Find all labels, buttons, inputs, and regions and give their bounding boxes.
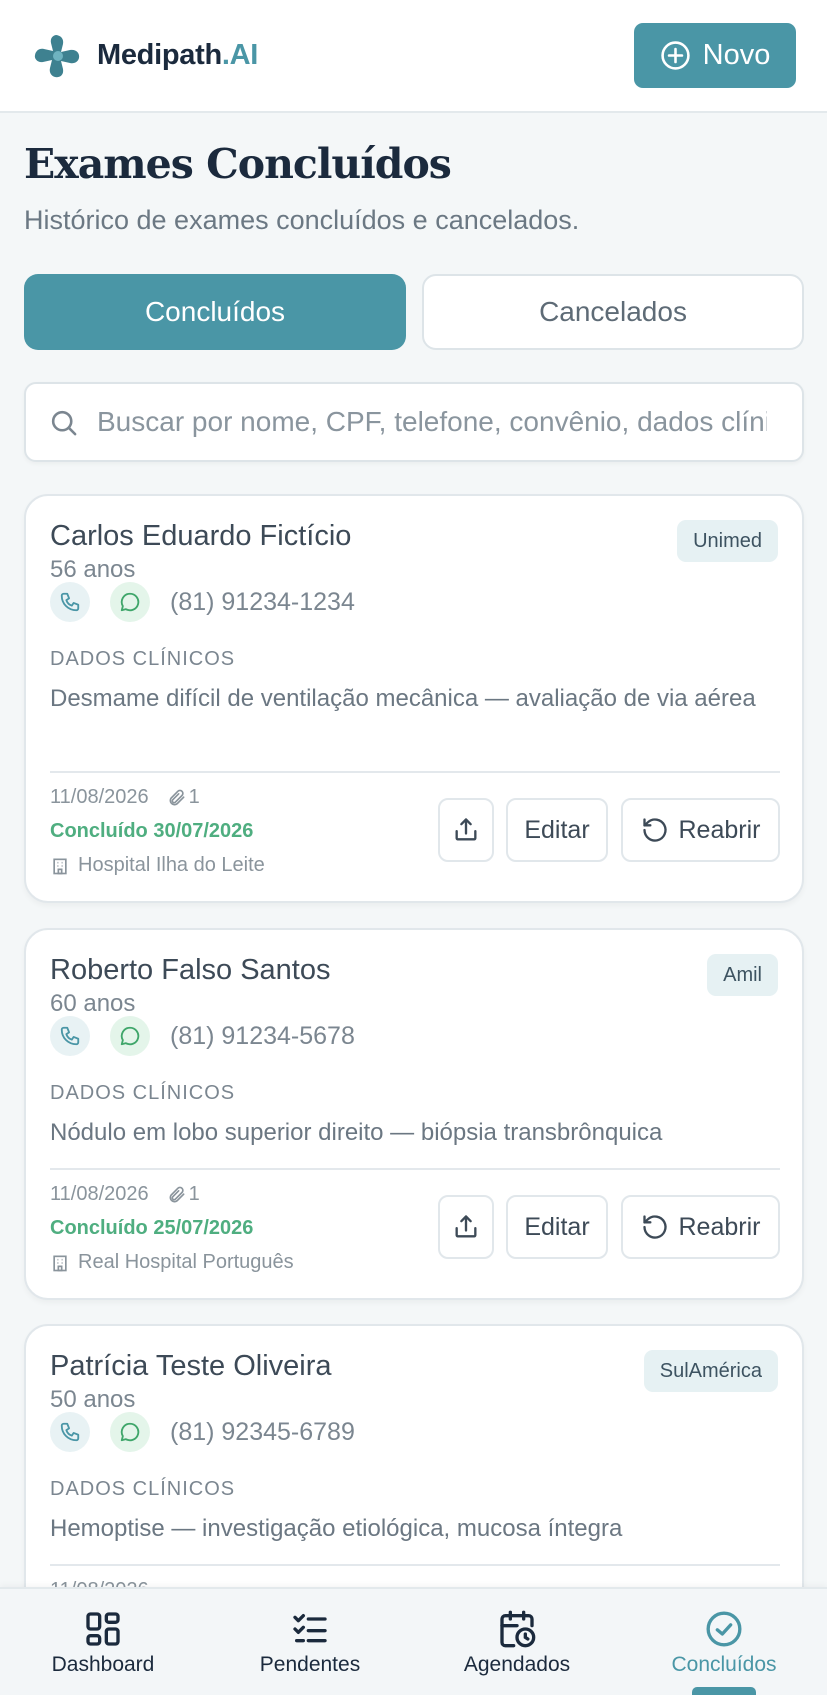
hospital-name: Hospital Ilha do Leite bbox=[78, 854, 265, 876]
page-title: Exames Concluídos bbox=[24, 140, 452, 188]
card-divider bbox=[50, 1168, 780, 1170]
status-text: Concluído 25/07/2026 bbox=[50, 1217, 254, 1239]
whatsapp-icon bbox=[120, 592, 140, 612]
phone-icon bbox=[60, 1026, 80, 1046]
building-icon bbox=[53, 858, 67, 874]
nav-item-concluidos[interactable]: Concluídos bbox=[662, 1589, 786, 1695]
attachment-count: 1 bbox=[188, 1183, 200, 1205]
share-icon bbox=[455, 1215, 477, 1238]
insurance-badge: SulAmérica bbox=[643, 1350, 778, 1392]
exam-card[interactable]: Carlos Eduardo Fictício 56 anos Unimed (… bbox=[24, 494, 804, 903]
exam-meta: 11/08/2026 1 bbox=[50, 786, 200, 809]
patient-name: Carlos Eduardo Fictício bbox=[50, 520, 352, 552]
clinical-data-text: Desmame difícil de ventilação mecânica —… bbox=[50, 685, 756, 712]
rotate-ccw-icon bbox=[642, 1215, 667, 1239]
status-text: Concluído 30/07/2026 bbox=[50, 820, 254, 842]
insurance-badge: Amil bbox=[707, 954, 778, 996]
nav-label-dashboard: Dashboard bbox=[51, 1653, 155, 1676]
patient-age: 50 anos bbox=[50, 1386, 136, 1413]
hospital-name: Real Hospital Português bbox=[78, 1251, 294, 1273]
phone-icon bbox=[60, 592, 80, 612]
phone-number[interactable]: (81) 92345-6789 bbox=[170, 1418, 355, 1447]
nav-item-dashboard[interactable]: Dashboard bbox=[40, 1589, 166, 1695]
hospital-info: Hospital Ilha do Leite bbox=[50, 854, 265, 877]
brand[interactable]: Medipath.AI bbox=[33, 31, 258, 81]
phone-icon bbox=[60, 1422, 80, 1442]
nav-label-agendados: Agendados bbox=[463, 1653, 571, 1676]
insurance-badge: Unimed bbox=[677, 520, 778, 562]
reopen-label: Reabrir bbox=[678, 1212, 761, 1241]
clinical-data-text: Hemoptise — investigação etiológica, muc… bbox=[50, 1515, 623, 1542]
hospital-info: Real Hospital Português bbox=[50, 1251, 294, 1274]
nav-label-concluidos: Concluídos bbox=[671, 1653, 777, 1676]
call-button[interactable] bbox=[50, 1016, 90, 1056]
call-button[interactable] bbox=[50, 582, 90, 622]
contact-row: (81) 92345-6789 bbox=[50, 1412, 355, 1452]
whatsapp-button[interactable] bbox=[110, 1412, 150, 1452]
contact-row: (81) 91234-1234 bbox=[50, 582, 355, 622]
clinical-data-label: DADOS CLÍNICOS bbox=[50, 1478, 236, 1500]
nav-label-pendentes: Pendentes bbox=[259, 1653, 361, 1676]
search-box bbox=[24, 382, 804, 462]
new-exam-label: Novo bbox=[702, 39, 771, 71]
whatsapp-icon bbox=[120, 1026, 140, 1046]
tab-concluidos[interactable]: Concluídos bbox=[24, 274, 406, 350]
whatsapp-button[interactable] bbox=[110, 1016, 150, 1056]
whatsapp-button[interactable] bbox=[110, 582, 150, 622]
search-input[interactable] bbox=[97, 406, 767, 438]
whatsapp-icon bbox=[120, 1422, 140, 1442]
search-icon bbox=[51, 410, 77, 435]
reopen-label: Reabrir bbox=[678, 815, 761, 844]
new-exam-button[interactable]: Novo bbox=[634, 23, 796, 88]
brand-name-accent: .AI bbox=[221, 39, 259, 71]
exam-meta: 11/08/2026 1 bbox=[50, 1183, 200, 1206]
active-nav-indicator bbox=[692, 1687, 756, 1695]
tab-cancelados[interactable]: Cancelados bbox=[422, 274, 804, 350]
plus-circle-icon bbox=[660, 41, 690, 70]
exam-date: 11/08/2026 bbox=[50, 786, 149, 808]
edit-button[interactable]: Editar bbox=[506, 1195, 608, 1259]
bottom-navigation: Dashboard Pendentes Agendados Concluídos bbox=[0, 1587, 827, 1695]
medipath-logo-icon bbox=[34, 34, 80, 77]
attachments[interactable]: 1 bbox=[167, 786, 200, 809]
exam-card[interactable]: Roberto Falso Santos 60 anos Amil (81) 9… bbox=[24, 928, 804, 1300]
rotate-ccw-icon bbox=[642, 818, 667, 842]
clinical-data-text: Nódulo em lobo superior direito — biópsi… bbox=[50, 1119, 663, 1146]
calendar-clock-icon bbox=[500, 1610, 536, 1648]
nav-item-pendentes[interactable]: Pendentes bbox=[248, 1589, 372, 1695]
card-divider bbox=[50, 1564, 780, 1566]
patient-name: Patrícia Teste Oliveira bbox=[50, 1350, 332, 1382]
card-divider bbox=[50, 771, 780, 773]
attachment-count: 1 bbox=[188, 786, 200, 808]
attachments[interactable]: 1 bbox=[167, 1183, 200, 1206]
dashboard-icon bbox=[86, 1612, 120, 1646]
exam-date: 11/08/2026 bbox=[50, 1183, 149, 1205]
phone-number[interactable]: (81) 91234-5678 bbox=[170, 1022, 355, 1051]
patient-age: 56 anos bbox=[50, 556, 136, 583]
nav-item-agendados[interactable]: Agendados bbox=[454, 1589, 580, 1695]
checklist-icon bbox=[293, 1614, 327, 1643]
edit-button[interactable]: Editar bbox=[506, 798, 608, 862]
patient-name: Roberto Falso Santos bbox=[50, 954, 331, 986]
phone-number[interactable]: (81) 91234-1234 bbox=[170, 588, 355, 617]
brand-name: Medipath.AI bbox=[97, 39, 258, 72]
check-circle-icon bbox=[706, 1611, 742, 1647]
reopen-button[interactable]: Reabrir bbox=[621, 1195, 780, 1259]
contact-row: (81) 91234-5678 bbox=[50, 1016, 355, 1056]
share-button[interactable] bbox=[438, 1195, 494, 1259]
clinical-data-label: DADOS CLÍNICOS bbox=[50, 648, 236, 670]
brand-name-main: Medipath bbox=[97, 39, 222, 71]
call-button[interactable] bbox=[50, 1412, 90, 1452]
paperclip-icon bbox=[169, 1186, 185, 1202]
paperclip-icon bbox=[169, 789, 185, 805]
app-header: Medipath.AI Novo bbox=[0, 0, 827, 113]
reopen-button[interactable]: Reabrir bbox=[621, 798, 780, 862]
share-button[interactable] bbox=[438, 798, 494, 862]
patient-age: 60 anos bbox=[50, 990, 136, 1017]
building-icon bbox=[53, 1255, 67, 1271]
page-subtitle: Histórico de exames concluídos e cancela… bbox=[24, 205, 580, 235]
clinical-data-label: DADOS CLÍNICOS bbox=[50, 1082, 236, 1104]
share-icon bbox=[455, 818, 477, 841]
